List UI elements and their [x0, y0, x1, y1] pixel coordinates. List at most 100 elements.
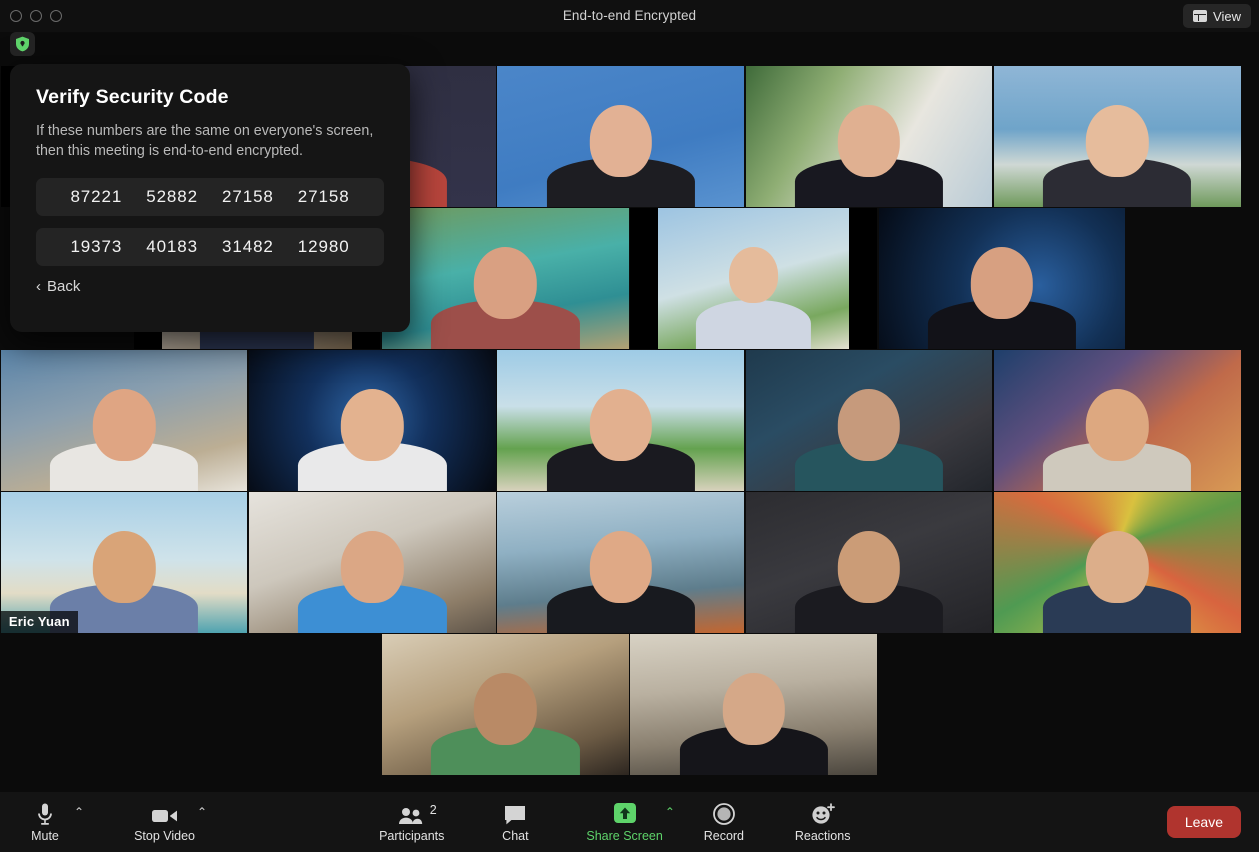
share-up-arrow-icon: [610, 801, 640, 826]
grid-row: [0, 634, 1259, 775]
leave-button[interactable]: Leave: [1166, 806, 1241, 838]
close-button[interactable]: [10, 10, 22, 22]
participant-tile[interactable]: [745, 66, 993, 207]
stop-video-button[interactable]: Stop Video: [134, 795, 195, 849]
code-segment: 52882: [146, 186, 198, 206]
code-segment: 19373: [70, 236, 123, 256]
title-bar: End-to-end Encrypted View: [0, 0, 1259, 32]
video-camera-icon: [151, 801, 179, 826]
toolbar-center-group: 2 Participants Chat Share Screen ⌃ Record Reac…: [379, 795, 866, 849]
participant-silhouette: [50, 531, 199, 633]
participants-button-label: Participants: [379, 829, 445, 843]
participant-silhouette: [431, 673, 580, 775]
participant-tile[interactable]: [745, 492, 993, 633]
record-button[interactable]: Record: [697, 795, 751, 849]
chat-button-label: Chat: [502, 829, 529, 843]
chat-button[interactable]: Chat: [488, 795, 542, 849]
grid-row: [0, 350, 1259, 491]
participant-tile[interactable]: [630, 634, 877, 775]
participant-tile[interactable]: [249, 492, 496, 633]
participant-tile[interactable]: [382, 634, 629, 775]
participant-silhouette: [298, 531, 447, 633]
record-button-label: Record: [703, 829, 745, 843]
video-feed: [994, 492, 1241, 633]
share-screen-button-label: Share Screen: [586, 829, 663, 843]
zoom-button[interactable]: [50, 10, 62, 22]
participant-tile[interactable]: [249, 350, 496, 491]
mute-options-chevron-icon[interactable]: ⌃: [68, 805, 90, 819]
back-button-label: Back: [47, 277, 81, 295]
participant-tile[interactable]: [630, 208, 877, 349]
video-feed: [249, 492, 496, 633]
video-feed: [745, 492, 993, 633]
code-segment: 87221: [70, 186, 123, 206]
popup-title: Verify Security Code: [36, 86, 229, 108]
back-button[interactable]: ‹ Back: [36, 278, 384, 295]
participant-silhouette: [927, 247, 1077, 349]
video-feed: [497, 66, 744, 207]
video-feed: [0, 350, 248, 491]
popup-description: If these numbers are the same on everyon…: [36, 123, 374, 160]
video-feed: [745, 350, 993, 491]
reactions-button[interactable]: Reactions: [794, 795, 851, 849]
participant-tile[interactable]: [745, 350, 993, 491]
participant-tile[interactable]: [497, 492, 744, 633]
video-feed: [249, 350, 496, 491]
code-segment: 31482: [222, 236, 274, 256]
reactions-button-label: Reactions: [794, 829, 851, 843]
participant-silhouette: [546, 389, 695, 491]
mute-button[interactable]: Mute: [18, 795, 72, 849]
participant-tile-eric-yuan[interactable]: Eric Yuan: [0, 492, 248, 633]
participant-tile[interactable]: [994, 350, 1241, 491]
participant-silhouette: [546, 531, 695, 633]
security-code-row-2: 19373 40183 31482 12980: [36, 227, 384, 266]
view-button-label: View: [1213, 8, 1241, 24]
record-circle-icon: [712, 801, 736, 826]
video-feed: [745, 66, 993, 207]
participants-button[interactable]: 2 Participants: [379, 795, 444, 849]
share-screen-options-chevron-icon[interactable]: ⌃: [659, 805, 681, 819]
view-button[interactable]: View: [1183, 4, 1251, 28]
zoom-meeting-window: End-to-end Encrypted View Eric Yuan Veri…: [0, 0, 1259, 852]
video-feed: [497, 492, 744, 633]
participant-tile[interactable]: [497, 66, 744, 207]
participant-tile[interactable]: [878, 208, 1126, 349]
participants-count-badge: 2: [429, 803, 437, 817]
window-controls: [10, 10, 62, 22]
smiley-plus-icon: [810, 801, 836, 826]
participant-silhouette: [1043, 389, 1192, 491]
participant-silhouette: [794, 105, 944, 207]
code-segment: 27158: [222, 186, 274, 206]
participant-name-label: Eric Yuan: [0, 611, 78, 633]
participant-silhouette: [1043, 105, 1192, 207]
shield-lock-icon[interactable]: [10, 32, 35, 56]
security-code-row-1: 87221 52882 27158 27158: [36, 177, 384, 216]
participant-silhouette: [696, 247, 811, 349]
page-title: End-to-end Encrypted: [562, 8, 697, 23]
participant-tile[interactable]: [994, 492, 1241, 633]
share-screen-button[interactable]: Share Screen: [586, 795, 663, 849]
participant-tile[interactable]: [0, 350, 248, 491]
video-feed: [382, 634, 629, 775]
participant-tile[interactable]: [497, 350, 744, 491]
mute-button-label: Mute: [31, 829, 59, 843]
video-feed: [382, 208, 629, 349]
participant-tile[interactable]: [994, 66, 1241, 207]
participant-silhouette: [546, 105, 695, 207]
code-segment: 40183: [146, 236, 198, 256]
stop-video-options-chevron-icon[interactable]: ⌃: [191, 805, 213, 819]
grid-row: Eric Yuan: [0, 492, 1259, 633]
participant-silhouette: [50, 389, 199, 491]
video-feed: [497, 350, 744, 491]
participant-tile[interactable]: [382, 208, 629, 349]
video-feed: [994, 66, 1241, 207]
code-segment: 12980: [297, 236, 350, 256]
code-segment: 27158: [297, 186, 350, 206]
minimize-button[interactable]: [30, 10, 42, 22]
chevron-left-icon: ‹: [36, 277, 41, 295]
participant-silhouette: [298, 389, 447, 491]
video-feed: [994, 350, 1241, 491]
video-feed: [658, 208, 849, 349]
participant-silhouette: [794, 531, 944, 633]
toolbar-left-group: Mute ⌃ Stop Video ⌃: [18, 795, 229, 849]
